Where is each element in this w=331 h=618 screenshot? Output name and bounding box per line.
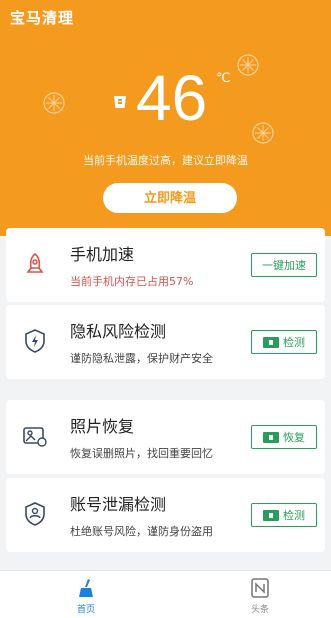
photo-restore-icon (23, 427, 47, 447)
temperature-unit: ℃ (216, 71, 231, 86)
snowflake-icon (237, 54, 259, 76)
snowflake-icon (252, 122, 274, 144)
card-subtitle: 当前手机内存已占用57% (70, 275, 194, 288)
card-subtitle: 杜绝账号风险，谨防身份盗用 (70, 525, 213, 538)
cool-down-button[interactable]: 立即降温 (103, 183, 237, 213)
rocket-icon (26, 252, 44, 273)
account-check-button[interactable]: 检测 (251, 503, 317, 527)
card-photo-restore[interactable]: 照片恢复 恢复误删照片，找回重要回忆 恢复 (6, 400, 325, 474)
card-title: 手机加速 (70, 245, 135, 264)
boost-button-label: 一键加速 (262, 260, 306, 272)
thermometer-icon (114, 96, 126, 108)
check-badge-icon (263, 336, 279, 348)
card-title: 照片恢复 (70, 417, 135, 436)
card-privacy-check[interactable]: 隐私风险检测 谨防隐私泄露，保护财产安全 检测 (6, 305, 325, 379)
tab-home-label: 首页 (76, 605, 95, 615)
card-phone-boost[interactable]: 手机加速 当前手机内存已占用57% 一键加速 (6, 228, 325, 302)
user-shield-icon (25, 502, 45, 526)
tab-news-label: 头条 (250, 605, 269, 615)
account-check-label: 检测 (283, 510, 305, 522)
temperature-hero: 宝马清理 46 ℃ 当前手机温度过高，建议立即降温 立即降温 (0, 0, 331, 236)
check-badge-icon (263, 431, 279, 443)
temperature-value: 46 (136, 62, 208, 134)
tab-home[interactable]: 首页 (56, 577, 116, 615)
photo-restore-label: 恢复 (283, 432, 305, 444)
card-title: 账号泄漏检测 (70, 495, 167, 514)
bottom-tab-bar: 首页 头条 (0, 570, 331, 618)
tab-news[interactable]: 头条 (230, 577, 290, 615)
check-badge-icon (263, 509, 279, 521)
temperature-warning: 当前手机温度过高，建议立即降温 (83, 154, 248, 167)
card-subtitle: 谨防隐私泄露，保护财产安全 (70, 352, 213, 365)
broom-icon (79, 579, 93, 597)
snowflake-icon (43, 92, 65, 114)
privacy-check-label: 检测 (283, 337, 305, 349)
shield-bolt-icon (25, 329, 45, 353)
card-title: 隐私风险检测 (70, 322, 167, 341)
card-subtitle: 恢复误删照片，找回重要回忆 (70, 447, 213, 460)
news-icon (251, 578, 269, 598)
card-account-leak[interactable]: 账号泄漏检测 杜绝账号风险，谨防身份盗用 检测 (6, 478, 325, 552)
privacy-check-button[interactable]: 检测 (251, 330, 317, 354)
photo-restore-button[interactable]: 恢复 (251, 425, 317, 449)
boost-button[interactable]: 一键加速 (251, 253, 317, 277)
app-title: 宝马清理 (10, 9, 75, 27)
